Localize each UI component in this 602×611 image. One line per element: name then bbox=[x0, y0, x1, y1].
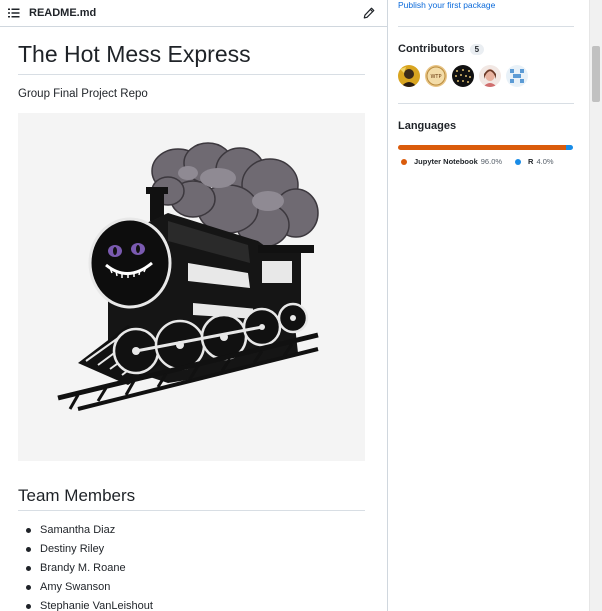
readme-header: README.md bbox=[0, 0, 387, 27]
page-title: The Hot Mess Express bbox=[18, 40, 365, 75]
bullet-icon bbox=[26, 528, 31, 533]
readme-subtitle: Group Final Project Repo bbox=[18, 87, 148, 100]
member-name: Stephanie VanLeishout bbox=[40, 600, 153, 611]
pencil-icon[interactable] bbox=[361, 5, 377, 21]
avatar[interactable] bbox=[506, 65, 528, 87]
language-percent: 96.0% bbox=[480, 157, 503, 166]
language-dot-icon bbox=[515, 158, 522, 165]
language-dot-icon bbox=[401, 158, 407, 165]
contributors-title[interactable]: Contributors bbox=[398, 43, 465, 55]
divider bbox=[398, 103, 574, 104]
repo-sidebar: Publish your first package Contributors … bbox=[389, 0, 589, 611]
team-members-list: Samantha Diaz Destiny Riley Brandy M. Ro… bbox=[18, 521, 365, 611]
avatar[interactable] bbox=[452, 65, 474, 87]
contributor-avatars: WTP bbox=[389, 65, 589, 87]
readme-panel: README.md The Hot Mess Express Group Fin… bbox=[0, 0, 388, 611]
contributors-heading[interactable]: Contributors 5 bbox=[389, 43, 589, 55]
contributors-count-badge: 5 bbox=[469, 43, 485, 55]
bullet-icon bbox=[26, 566, 31, 571]
bullet-icon bbox=[26, 547, 31, 552]
language-name: Jupyter Notebook bbox=[414, 157, 478, 166]
list-item: Samantha Diaz bbox=[26, 521, 365, 540]
page-scrollbar[interactable] bbox=[589, 0, 602, 611]
language-bar-segment-r[interactable] bbox=[566, 145, 573, 150]
scrollbar-thumb[interactable] bbox=[592, 46, 600, 102]
readme-article: The Hot Mess Express Group Final Project… bbox=[0, 40, 387, 611]
member-name: Amy Swanson bbox=[40, 581, 111, 593]
svg-text:WTP: WTP bbox=[430, 74, 441, 80]
language-bar-segment-jupyter[interactable] bbox=[398, 145, 566, 150]
language-name: R bbox=[528, 157, 534, 166]
bullet-icon bbox=[26, 604, 31, 609]
language-legend: Jupyter Notebook 96.0% R 4.0% bbox=[389, 157, 589, 166]
train-illustration bbox=[18, 112, 365, 461]
list-item: Stephanie VanLeishout bbox=[26, 597, 365, 611]
language-item-jupyter[interactable]: Jupyter Notebook 96.0% bbox=[401, 157, 502, 166]
avatar[interactable] bbox=[479, 65, 501, 87]
publish-package-link[interactable]: Publish your first package bbox=[389, 0, 589, 10]
member-name: Destiny Riley bbox=[40, 543, 105, 555]
member-name: Samantha Diaz bbox=[40, 524, 116, 536]
language-bar bbox=[398, 145, 573, 150]
member-name: Brandy M. Roane bbox=[40, 562, 126, 574]
team-members-heading: Team Members bbox=[18, 485, 365, 511]
avatar[interactable]: WTP bbox=[425, 65, 447, 87]
readme-filename: README.md bbox=[29, 7, 97, 19]
language-percent: 4.0% bbox=[536, 157, 554, 166]
list-unordered-icon[interactable] bbox=[6, 5, 22, 21]
divider bbox=[398, 26, 574, 27]
list-item: Brandy M. Roane bbox=[26, 559, 365, 578]
language-item-r[interactable]: R 4.0% bbox=[515, 157, 554, 166]
list-item: Destiny Riley bbox=[26, 540, 365, 559]
bullet-icon bbox=[26, 585, 31, 590]
list-item: Amy Swanson bbox=[26, 578, 365, 597]
avatar[interactable] bbox=[398, 65, 420, 87]
languages-heading: Languages bbox=[398, 120, 457, 132]
